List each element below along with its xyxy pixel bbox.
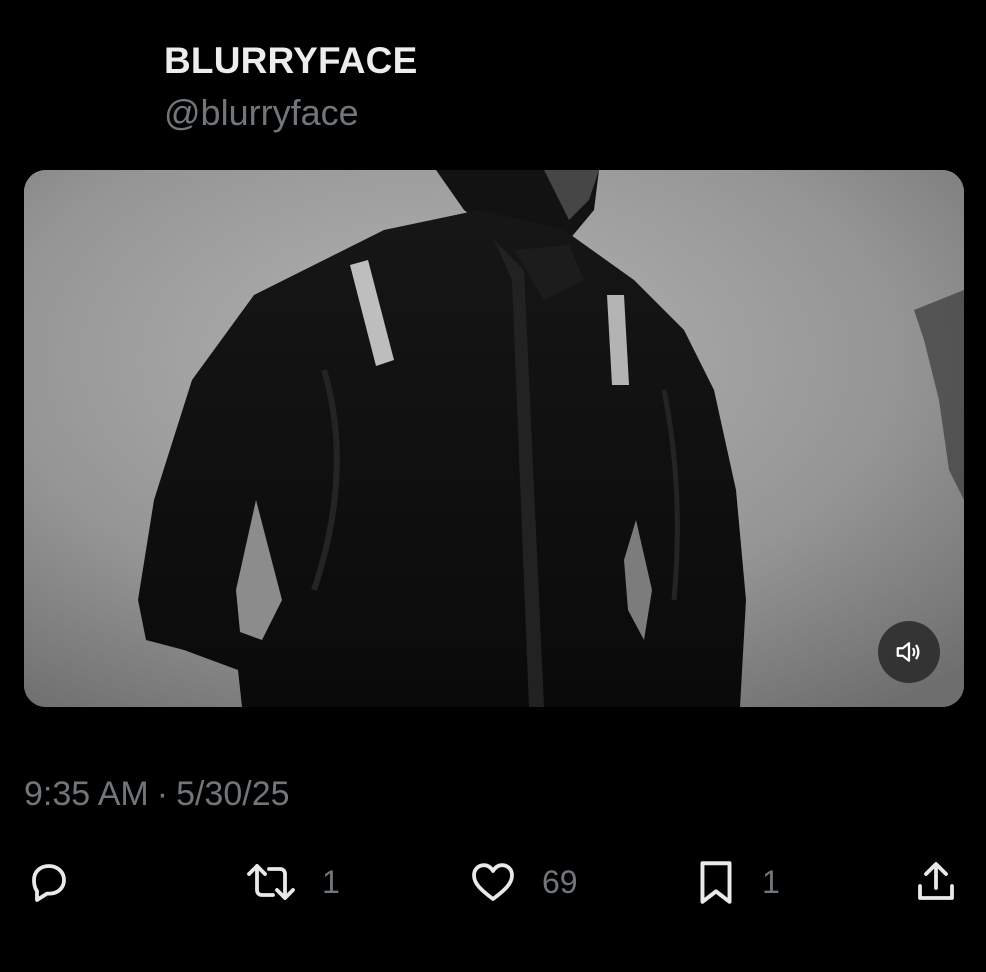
share-icon — [918, 862, 954, 900]
bookmark-count: 1 — [762, 863, 780, 900]
like-button[interactable]: 69 — [468, 852, 578, 912]
mute-toggle-button[interactable] — [878, 621, 940, 683]
bookmark-icon — [700, 861, 732, 904]
retweet-button[interactable]: 1 — [242, 852, 340, 912]
tweet-handle[interactable]: @blurryface — [164, 92, 359, 134]
share-button[interactable] — [912, 852, 960, 912]
retweet-icon — [247, 864, 295, 900]
tweet-time: 9:35 AM — [24, 775, 149, 813]
tweet-date: 5/30/25 — [176, 775, 290, 813]
tweet-timestamp[interactable]: 9:35 AM · 5/30/25 — [24, 775, 290, 814]
retweet-count: 1 — [322, 863, 340, 900]
timestamp-separator: · — [156, 775, 169, 813]
tweet-video[interactable] — [24, 170, 964, 707]
reply-button[interactable] — [24, 852, 72, 912]
bookmark-button[interactable]: 1 — [694, 852, 780, 912]
reply-icon — [32, 864, 66, 902]
tweet-display-name[interactable]: BLURRYFACE — [164, 40, 417, 82]
video-frame — [24, 170, 964, 707]
speaker-icon — [896, 642, 920, 662]
like-count: 69 — [542, 863, 578, 900]
heart-icon — [472, 863, 514, 901]
